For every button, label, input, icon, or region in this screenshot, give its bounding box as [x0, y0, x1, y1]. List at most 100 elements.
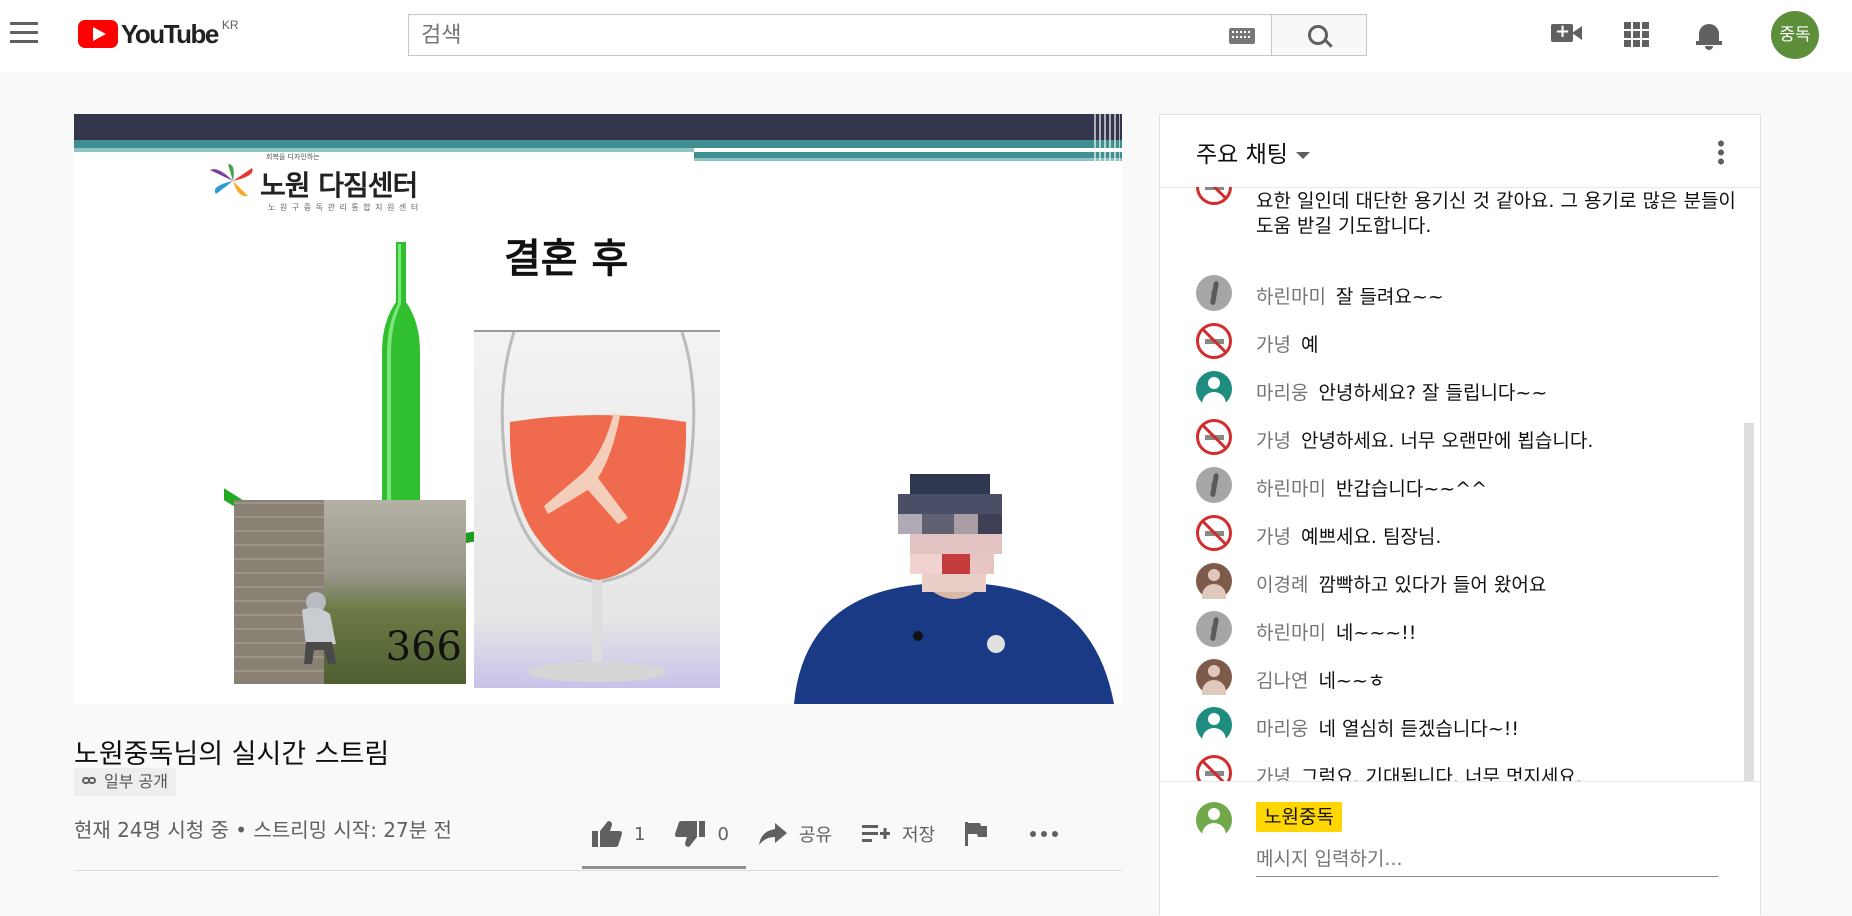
chat-text: 그럼요. 기대됩니다. 너무 멋지세요.: [1300, 766, 1582, 781]
live-chat-panel: 주요 채팅 요한 일인데 대단한 용기신 것 같아요. 그 용기로 많은 분들이…: [1159, 114, 1761, 916]
chat-text: 잘 들려요~~: [1335, 286, 1444, 308]
share-button[interactable]: 공유: [758, 821, 833, 847]
chat-header: 주요 채팅: [1160, 115, 1760, 188]
slide-header-band: [74, 114, 1122, 140]
more-vertical-icon[interactable]: [1718, 139, 1724, 165]
chat-avatar: [1196, 275, 1232, 311]
privacy-label: 일부 공개: [104, 772, 168, 791]
chat-text: 안녕하세요. 너무 오랜만에 뵙습니다.: [1300, 430, 1594, 452]
link-icon: [82, 777, 96, 786]
chat-message[interactable]: 가녕 그럼요. 기대됩니다. 너무 멋지세요.: [1196, 749, 1736, 781]
thumbs-up-icon: [592, 821, 622, 847]
save-label: 저장: [902, 825, 936, 846]
report-button[interactable]: [965, 822, 999, 846]
chat-avatar: [1196, 707, 1232, 743]
chat-message[interactable]: 가녕 예쁘세요. 팀장님.: [1196, 509, 1736, 551]
like-button[interactable]: 1: [592, 821, 645, 847]
chat-text: 깜빡하고 있다가 들어 왔어요: [1318, 574, 1547, 596]
presenter-webcam: [774, 434, 1122, 704]
photo-number: 366: [385, 624, 462, 670]
keyboard-icon[interactable]: [1229, 28, 1255, 44]
chat-avatar: [1196, 755, 1232, 781]
chat-author[interactable]: 마리웅: [1256, 382, 1308, 404]
search-icon: [1308, 25, 1328, 45]
chat-message[interactable]: 하린마미 반갑습니다~~^^: [1196, 461, 1736, 503]
share-label: 공유: [798, 825, 833, 846]
chat-message[interactable]: 하린마미 잘 들려요~~: [1196, 269, 1736, 311]
logo-text: YouTube: [121, 19, 219, 49]
chat-avatar: [1196, 611, 1232, 647]
like-ratio-bar: [582, 866, 746, 869]
notifications-bell-icon[interactable]: [1696, 20, 1722, 50]
chat-author[interactable]: 하린마미: [1256, 478, 1326, 500]
chat-text: 예쁘세요. 팀장님.: [1300, 526, 1442, 548]
chat-text: 네~~~!!: [1335, 622, 1417, 644]
chat-avatar: [1196, 187, 1232, 205]
slide-org-name: 노원 다짐센터: [260, 169, 418, 202]
chat-author[interactable]: 이경례: [1256, 574, 1308, 596]
chat-message[interactable]: 이경례 깜빡하고 있다가 들어 왔어요: [1196, 557, 1736, 599]
chat-avatar: [1196, 659, 1232, 695]
chat-author[interactable]: 가녕: [1256, 334, 1291, 356]
chat-message[interactable]: 마리웅 네 열심히 듣겠습니다~!!: [1196, 701, 1736, 743]
composer-avatar: [1196, 802, 1232, 838]
chat-message-input[interactable]: [1256, 842, 1718, 877]
chat-message[interactable]: 가녕 예: [1196, 317, 1736, 359]
chat-message-continued: 요한 일인데 대단한 용기신 것 같아요. 그 용기로 많은 분들이 도움 받길…: [1256, 190, 1736, 237]
create-video-icon[interactable]: [1551, 21, 1582, 42]
chat-message[interactable]: 하린마미 네~~~!!: [1196, 605, 1736, 647]
wine-glass-image: [474, 330, 720, 688]
video-actions: 1 0 공유 저장: [592, 816, 1101, 852]
menu-icon[interactable]: [10, 22, 38, 44]
privacy-badge: 일부 공개: [74, 768, 176, 796]
video-title: 노원중독님의 실시간 스트림: [74, 739, 390, 770]
chat-message[interactable]: 마리웅 안녕하세요? 잘 들립니다~~: [1196, 365, 1736, 407]
chat-avatar: [1196, 323, 1232, 359]
chat-title: 주요 채팅: [1196, 142, 1288, 168]
search-input[interactable]: [419, 15, 1203, 57]
youtube-logo[interactable]: YouTube KR: [78, 18, 239, 52]
chat-avatar: [1196, 467, 1232, 503]
sitting-person-photo: 366: [234, 500, 466, 684]
chat-message[interactable]: 가녕 안녕하세요. 너무 오랜만에 뵙습니다.: [1196, 413, 1736, 455]
playlist-add-icon: [862, 825, 891, 842]
chat-author[interactable]: 가녕: [1256, 526, 1291, 548]
more-horizontal-icon: [1030, 831, 1059, 837]
thumbs-down-icon: [675, 821, 706, 847]
country-code: KR: [221, 18, 239, 32]
chat-mode-dropdown[interactable]: 주요 채팅: [1196, 135, 1310, 169]
chat-text: 네~~ㅎ: [1318, 670, 1386, 692]
account-avatar[interactable]: 중독: [1771, 11, 1819, 59]
chat-text: 반갑습니다~~^^: [1335, 478, 1488, 500]
video-player[interactable]: 회복을 디자인하는 노원 다짐센터 노 원 구 중 독 관 리 통 합 지 원 …: [74, 114, 1122, 704]
more-actions-button[interactable]: [1029, 830, 1071, 838]
chat-author[interactable]: 가녕: [1256, 766, 1291, 781]
share-arrow-icon: [758, 823, 787, 845]
like-count: 1: [634, 823, 646, 845]
chat-message[interactable]: 김나연 네~~ㅎ: [1196, 653, 1736, 695]
like-ratio-fill: [582, 866, 746, 869]
chat-author[interactable]: 하린마미: [1256, 622, 1326, 644]
chat-author[interactable]: 가녕: [1256, 430, 1291, 452]
search-box: [408, 14, 1272, 57]
view-count: 현재 24명 시청 중 • 스트리밍 시작: 27분 전: [74, 818, 452, 842]
flag-icon: [965, 822, 988, 846]
chat-author[interactable]: 마리웅: [1256, 718, 1308, 740]
chat-author[interactable]: 하린마미: [1256, 286, 1326, 308]
chat-author[interactable]: 김나연: [1256, 670, 1308, 692]
apps-grid-icon[interactable]: [1624, 22, 1650, 48]
chat-text: 안녕하세요? 잘 들립니다~~: [1318, 382, 1548, 404]
search-button[interactable]: [1271, 14, 1367, 56]
chat-avatar: [1196, 371, 1232, 407]
youtube-play-icon: [78, 20, 118, 48]
dislike-count: 0: [717, 823, 729, 845]
chevron-down-icon: [1295, 152, 1310, 159]
slide-title: 결혼 후: [504, 236, 629, 282]
chat-avatar: [1196, 563, 1232, 599]
chat-message-list[interactable]: 요한 일인데 대단한 용기신 것 같아요. 그 용기로 많은 분들이 도움 받길…: [1160, 187, 1750, 781]
save-button[interactable]: 저장: [862, 821, 935, 847]
composer-author-badge: 노원중독: [1256, 802, 1342, 832]
dislike-button[interactable]: 0: [675, 821, 729, 847]
chat-text: 네 열심히 듣겠습니다~!!: [1318, 718, 1520, 740]
chat-scrollbar[interactable]: [1744, 423, 1754, 781]
